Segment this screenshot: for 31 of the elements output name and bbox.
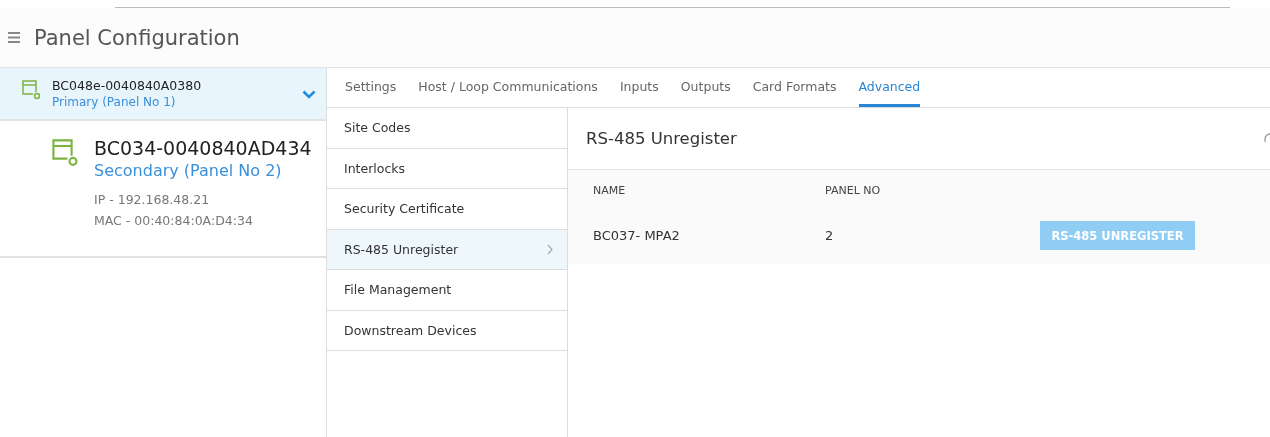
column-header: NAME — [593, 183, 627, 199]
tab[interactable]: Host / Loop Communications — [418, 68, 598, 107]
table-cell-text: 2 — [825, 227, 835, 245]
tab[interactable]: Card Formats — [752, 68, 837, 107]
submenu-label: Site Codes — [344, 120, 411, 136]
panel-icon — [22, 80, 42, 100]
submenu-item[interactable]: RS-485 Unregister — [327, 229, 567, 270]
menu-icon[interactable] — [8, 32, 20, 43]
panel-ip: IP - 192.168.48.21 — [94, 192, 211, 207]
tab[interactable]: Inputs — [619, 68, 659, 107]
chevron-icon[interactable] — [302, 90, 316, 99]
chevron-right-icon — [547, 243, 553, 255]
tab[interactable]: Settings — [345, 68, 397, 107]
panel-mac: MAC - 00:40:84:0A:D4:34 — [94, 213, 254, 228]
panel-icon — [52, 139, 80, 167]
table-cell-text: BC037- MPA2 — [593, 227, 681, 245]
page-title: Panel Configuration — [34, 25, 240, 50]
panel-role: Secondary (Panel No 2) — [94, 161, 283, 180]
panel-name: BC034-0040840AD434 — [94, 137, 313, 159]
submenu-label: Interlocks — [344, 160, 406, 176]
submenu-label: Downstream Devices — [344, 322, 477, 338]
submenu-label: Security Certificate — [344, 201, 465, 217]
panel-item[interactable]: BC048e-0040840A0380 Primary (Panel No 1) — [0, 68, 326, 121]
panel-role: Primary (Panel No 1) — [52, 95, 177, 109]
tab[interactable]: Outputs — [680, 68, 731, 107]
content-title: RS-485 Unregister — [586, 129, 737, 148]
column-header: PANEL NO — [825, 183, 882, 199]
submenu-label: File Management — [344, 282, 452, 298]
tab[interactable]: Advanced — [858, 68, 921, 107]
panel-name: BC048e-0040840A0380 — [52, 78, 203, 93]
submenu-label: RS-485 Unregister — [344, 241, 459, 257]
